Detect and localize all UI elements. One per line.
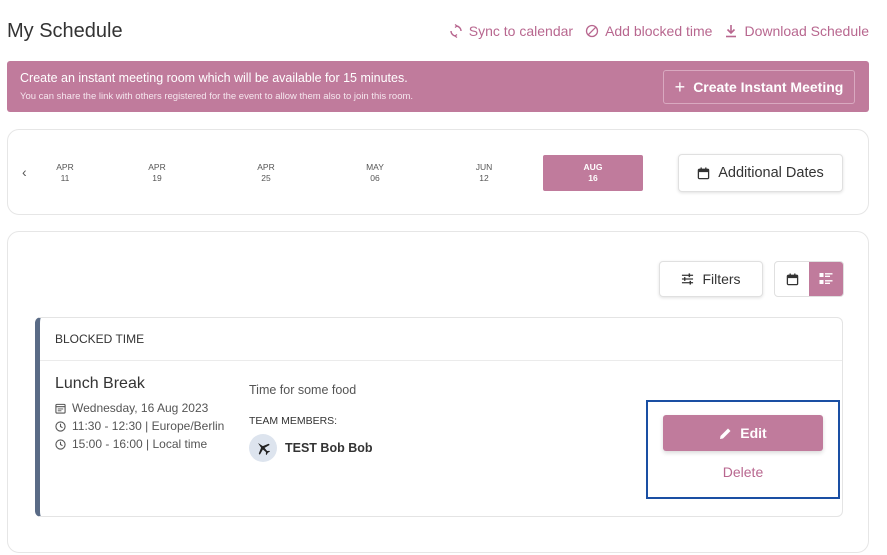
event-time: 11:30 - 12:30 | Europe/Berlin <box>72 419 225 433</box>
date-item-selected[interactable]: AUG 16 <box>543 155 643 191</box>
event-title: Lunch Break <box>55 375 145 392</box>
page-title: My Schedule <box>7 20 123 42</box>
sliders-icon <box>682 273 694 285</box>
additional-dates-label: Additional Dates <box>718 165 824 181</box>
instant-meeting-text: Create an instant meeting room which wil… <box>20 71 408 85</box>
instant-meeting-banner: Create an instant meeting room which wil… <box>7 61 869 112</box>
event-actions: Edit Delete <box>646 400 840 499</box>
sync-calendar-link[interactable]: Sync to calendar <box>449 23 573 39</box>
calendar-icon <box>697 166 710 179</box>
calendar-view-button[interactable] <box>775 262 809 296</box>
pencil-icon <box>720 428 731 439</box>
header-actions: Sync to calendar Add blocked time Downlo… <box>449 23 869 39</box>
block-icon <box>585 24 599 38</box>
download-schedule-link[interactable]: Download Schedule <box>724 23 869 39</box>
local-time-row: 15:00 - 16:00 | Local time <box>55 437 207 451</box>
add-blocked-time-label: Add blocked time <box>605 23 713 39</box>
edit-button[interactable]: Edit <box>663 415 823 451</box>
page-header: My Schedule Sync to calendar Add blocked… <box>0 0 887 62</box>
filters-button[interactable]: Filters <box>659 261 763 297</box>
add-blocked-time-link[interactable]: Add blocked time <box>585 23 712 39</box>
list-icon <box>819 273 833 285</box>
download-schedule-label: Download Schedule <box>744 23 869 39</box>
event-type: BLOCKED TIME <box>55 332 145 346</box>
filters-label: Filters <box>702 271 741 287</box>
plus-icon: + <box>674 77 686 97</box>
sync-icon <box>450 24 462 38</box>
sync-calendar-label: Sync to calendar <box>468 23 574 39</box>
calendar-icon <box>786 272 798 285</box>
schedule-list: Filters BLOCKED TIME Lunch Break Wednesd… <box>7 231 869 553</box>
date-month: APR <box>56 162 74 172</box>
delete-button[interactable]: Delete <box>663 460 823 484</box>
avatar <box>249 434 277 462</box>
calendar-icon <box>55 403 66 414</box>
create-instant-meeting-label: Create Instant Meeting <box>693 79 844 95</box>
list-view-button[interactable] <box>809 262 843 296</box>
event-date-row: Wednesday, 16 Aug 2023 <box>55 401 208 415</box>
member-name: TEST Bob Bob <box>285 441 373 455</box>
create-instant-meeting-button[interactable]: + Create Instant Meeting <box>663 70 855 104</box>
date-month: JUN <box>475 162 493 172</box>
date-day: 11 <box>60 173 70 183</box>
date-day: 19 <box>152 173 162 183</box>
airplane-icon <box>258 443 271 456</box>
date-day: 06 <box>370 173 380 183</box>
edit-label: Edit <box>740 425 767 441</box>
team-members-label: TEAM MEMBERS: <box>249 415 338 427</box>
instant-meeting-subtext: You can share the link with others regis… <box>20 91 414 102</box>
event-date: Wednesday, 16 Aug 2023 <box>72 401 209 415</box>
date-day: 12 <box>479 173 489 183</box>
date-item[interactable]: MAY 06 <box>325 155 425 191</box>
date-item[interactable]: APR 11 <box>15 155 115 191</box>
date-month: APR <box>148 162 166 172</box>
date-item[interactable]: JUN 12 <box>434 155 534 191</box>
additional-dates-button[interactable]: Additional Dates <box>678 154 843 192</box>
clock-icon <box>55 420 66 432</box>
date-day: 16 <box>588 173 598 183</box>
event-description: Time for some food <box>249 383 357 397</box>
divider <box>40 360 842 361</box>
date-selector: ‹ APR 11 APR 19 APR 25 MAY 06 JUN 12 AUG… <box>7 129 869 215</box>
date-day: 25 <box>261 173 271 183</box>
date-month: AUG <box>583 162 603 172</box>
download-icon <box>726 25 737 38</box>
team-member: TEST Bob Bob <box>249 434 373 462</box>
event-card: BLOCKED TIME Lunch Break Wednesday, 16 A… <box>35 317 843 517</box>
event-time-row: 11:30 - 12:30 | Europe/Berlin <box>55 419 224 433</box>
clock-icon <box>55 438 66 450</box>
date-month: APR <box>257 162 275 172</box>
view-toggle <box>774 261 844 297</box>
date-item[interactable]: APR 19 <box>107 155 207 191</box>
local-time: 15:00 - 16:00 | Local time <box>72 437 208 451</box>
date-month: MAY <box>366 162 384 172</box>
date-item[interactable]: APR 25 <box>216 155 316 191</box>
